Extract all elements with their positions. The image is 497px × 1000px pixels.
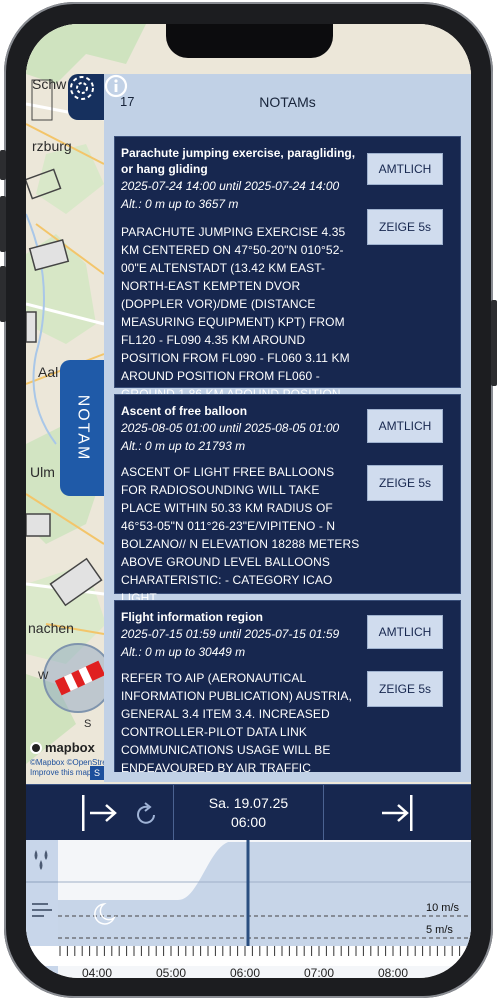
wind-speed-label-5: 5 m/s xyxy=(426,924,453,936)
official-button[interactable]: AMTLICH xyxy=(367,615,443,649)
map-place-label: Ulm xyxy=(30,464,55,480)
radar-icon xyxy=(70,76,94,100)
map-place-label: Aal xyxy=(38,364,59,380)
notam-altitude: Alt.: 0 m up to 3657 m xyxy=(121,197,239,211)
notam-title: Flight information region xyxy=(121,610,263,624)
map-place-label: rzburg xyxy=(32,138,72,154)
notam-tab[interactable]: NOTAM xyxy=(60,360,104,496)
notam-text: PARACHUTE JUMPING EXERCISE 4.35 KM CENTE… xyxy=(121,225,350,401)
power-button xyxy=(491,300,497,386)
panel-title: NOTAMs xyxy=(259,94,316,110)
hour-label: 04:00 xyxy=(82,966,113,978)
volume-up-button xyxy=(0,196,6,252)
selected-date: Sa. 19.07.25 xyxy=(208,795,289,811)
mute-switch xyxy=(0,150,6,180)
show-5s-button[interactable]: ZEIGE 5s xyxy=(367,465,443,501)
arrow-right-bar-icon xyxy=(82,795,155,831)
notam-card: Ascent of free balloon 2025-08-05 01:00 … xyxy=(114,394,461,605)
weather-chart[interactable] xyxy=(58,840,471,946)
selected-time: 06:00 xyxy=(230,814,267,830)
step-forward-button[interactable] xyxy=(26,785,174,841)
jump-to-end-button[interactable] xyxy=(324,785,471,841)
compass-letter-s: S xyxy=(84,718,92,730)
info-icon[interactable] xyxy=(104,74,128,98)
show-5s-button[interactable]: ZEIGE 5s xyxy=(367,671,443,707)
volume-down-button xyxy=(0,266,6,322)
weather-timeline[interactable]: 10 m/s 5 m/s 04:00 05:00 06:00 07:00 08:… xyxy=(26,840,471,978)
notam-validity: 2025-07-15 01:59 until 2025-07-15 01:59 xyxy=(121,627,340,641)
arrow-to-end-icon xyxy=(382,795,413,831)
map-place-label: Schw xyxy=(32,76,67,92)
notam-list[interactable]: Parachute jumping exercise, paragliding,… xyxy=(114,136,461,772)
info-mini-badge[interactable]: S xyxy=(90,766,104,780)
notam-altitude: Alt.: 0 m up to 21793 m xyxy=(121,439,246,453)
mapbox-logo-text: mapbox xyxy=(45,740,95,755)
official-button[interactable]: AMTLICH xyxy=(367,153,443,185)
phone-notch xyxy=(166,24,333,58)
mapbox-logo[interactable]: mapbox xyxy=(30,740,95,755)
notam-text: ASCENT OF LIGHT FREE BALLOONS FOR RADIOS… xyxy=(121,465,360,605)
wind-speed-label-10: 10 m/s xyxy=(426,902,460,914)
notam-validity: 2025-07-24 14:00 until 2025-07-24 14:00 xyxy=(121,179,340,193)
notam-title: Parachute jumping exercise, paragliding,… xyxy=(121,146,356,176)
official-button[interactable]: AMTLICH xyxy=(367,409,443,443)
show-5s-button[interactable]: ZEIGE 5s xyxy=(367,209,443,245)
notam-card: Flight information region 2025-07-15 01:… xyxy=(114,600,461,772)
notam-text: REFER TO AIP (AERONAUTICAL INFORMATION P… xyxy=(121,671,352,772)
hour-label: 07:00 xyxy=(304,966,335,978)
notam-validity: 2025-08-05 01:00 until 2025-08-05 01:00 xyxy=(121,421,340,435)
precipitation-icon xyxy=(26,850,58,917)
hour-label: 08:00 xyxy=(378,966,409,978)
hour-label: 05:00 xyxy=(156,966,187,978)
radar-toggle-button[interactable] xyxy=(68,74,106,120)
compass-letter-w: W xyxy=(38,670,49,682)
map-place-label: nachen xyxy=(28,620,74,636)
mapbox-logo-icon xyxy=(30,741,42,754)
time-navigation-bar: Sa. 19.07.25 06:00 xyxy=(26,784,471,841)
improve-map-link[interactable]: Improve this map xyxy=(30,768,91,777)
notam-tab-label: NOTAM xyxy=(74,394,91,462)
selected-date-time[interactable]: Sa. 19.07.25 06:00 xyxy=(174,785,324,841)
map-view[interactable]: Schw rzburg Aal Ulm nachen W S mapbox ©M… xyxy=(26,24,471,784)
notam-title: Ascent of free balloon xyxy=(121,404,248,418)
screen: Schw rzburg Aal Ulm nachen W S mapbox ©M… xyxy=(26,24,471,978)
time-ruler xyxy=(26,946,471,966)
notam-card: Parachute jumping exercise, paragliding,… xyxy=(114,136,461,401)
notam-panel: 17 NOTAMs Parachute jumping exercise, pa… xyxy=(104,74,471,782)
notam-altitude: Alt.: 0 m up to 30449 m xyxy=(121,645,246,659)
hour-label: 06:00 xyxy=(230,966,261,978)
